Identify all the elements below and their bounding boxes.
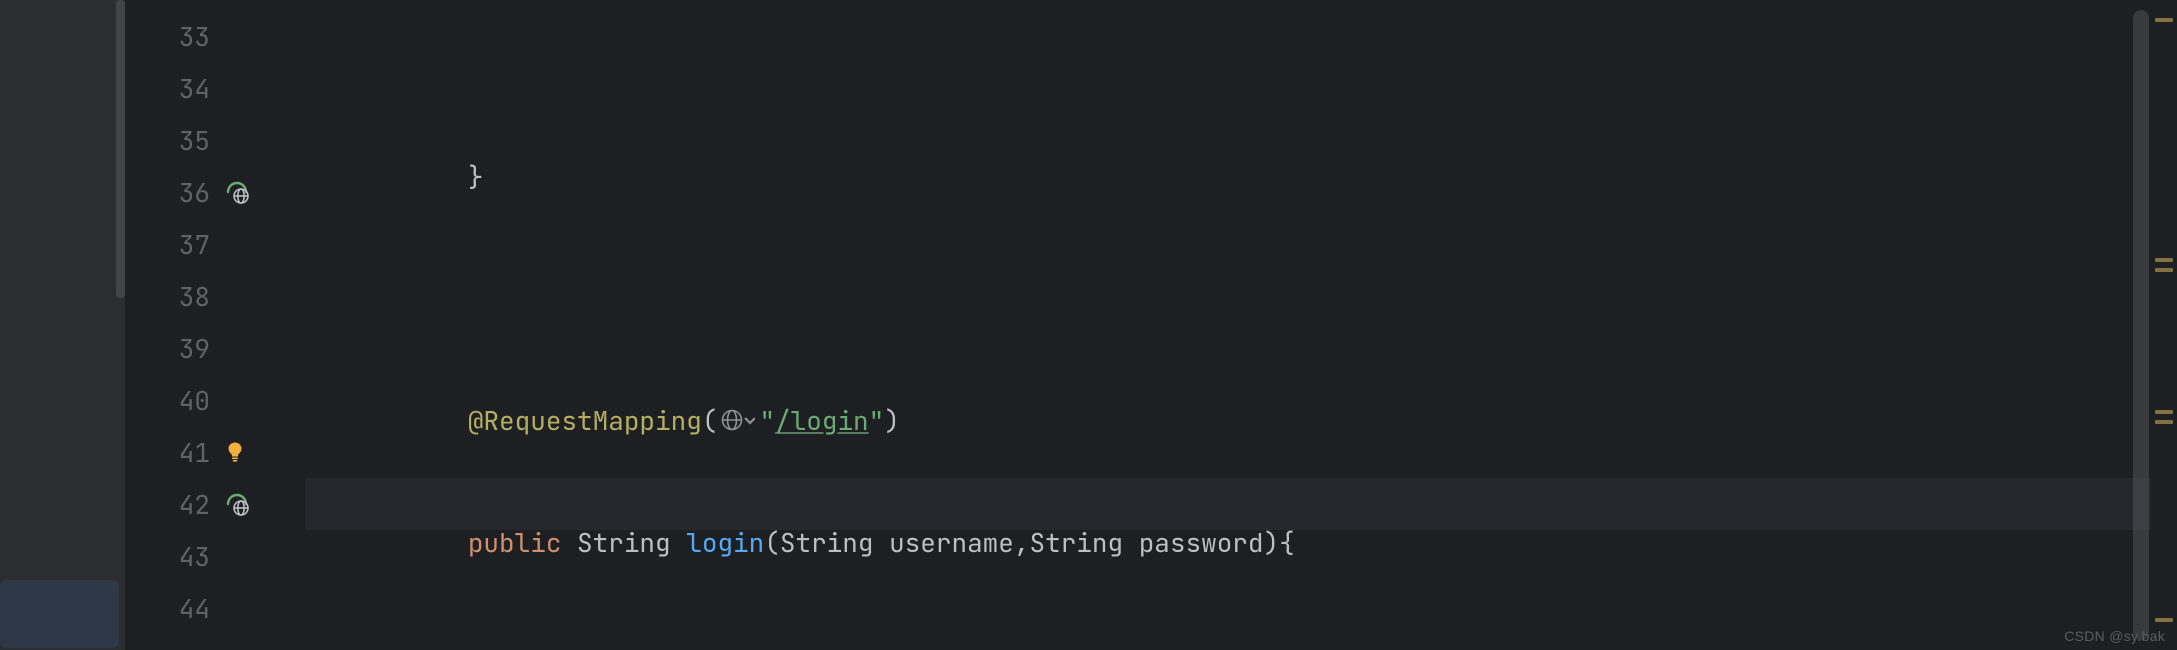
gutter-row[interactable]: 33 [125,10,305,62]
code-line: System.out.println(username + password); [343,638,2177,650]
gutter-row[interactable]: 35 [125,114,305,166]
line-number: 38 [125,279,210,314]
line-number: 41 [125,435,210,470]
gutter-row[interactable]: 41 [125,426,305,478]
line-number: 43 [125,539,210,574]
line-number: 36 [125,175,210,210]
watermark: CSDN @sy.bak [2064,628,2165,644]
line-number: 35 [125,123,210,158]
tool-window-bar [0,0,125,650]
method-name: login [686,525,764,560]
code-line: @RequestMapping("/login") [343,394,2177,446]
line-number: 33 [125,19,210,54]
code-editor: 33 34 35 36 37 38 39 40 41 42 43 44 } @RequestMappi… [0,0,2177,650]
code-line: } [343,150,2177,202]
marker-warning[interactable] [2155,258,2173,262]
line-number: 40 [125,383,210,418]
gutter-row[interactable]: 38 [125,270,305,322]
gutter-row[interactable]: 42 [125,478,305,530]
code-line [343,272,2177,324]
editor-scrollbar[interactable] [2133,10,2149,640]
web-endpoint-icon[interactable] [224,179,250,205]
marker-warning[interactable] [2155,268,2173,272]
gutter: 33 34 35 36 37 38 39 40 41 42 43 44 [125,0,305,650]
gutter-row[interactable]: 36 [125,166,305,218]
annotation: @RequestMapping [468,403,702,438]
line-number: 37 [125,227,210,262]
code-area[interactable]: } @RequestMapping("/login") public Strin… [305,0,2177,650]
marker-warning[interactable] [2155,18,2173,22]
marker-bar[interactable] [2151,0,2177,650]
line-number: 42 [125,487,210,522]
gutter-row[interactable]: 37 [125,218,305,270]
gutter-row[interactable]: 34 [125,62,305,114]
line-number: 39 [125,331,210,366]
line-number: 44 [125,591,210,626]
web-endpoint-icon[interactable] [224,491,250,517]
toolbar-scrollbar[interactable] [116,0,125,298]
line-number: 34 [125,71,210,106]
tool-window-tab-active[interactable] [0,580,119,648]
marker-warning[interactable] [2155,420,2173,424]
gutter-row[interactable]: 43 [125,530,305,582]
open-url-icon[interactable] [717,409,759,431]
marker-warning[interactable] [2155,618,2173,622]
gutter-row[interactable]: 44 [125,582,305,634]
url-path[interactable]: /login [775,403,869,438]
current-line-highlight [305,478,2177,530]
intention-bulb-icon[interactable] [224,441,246,463]
marker-warning[interactable] [2155,410,2173,414]
gutter-row[interactable]: 39 [125,322,305,374]
gutter-row[interactable]: 40 [125,374,305,426]
